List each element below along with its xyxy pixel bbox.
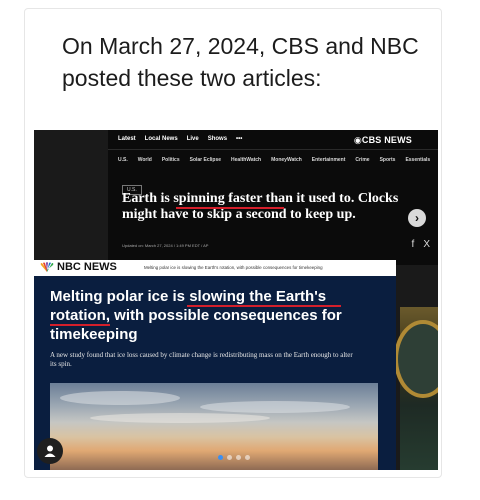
cbs-article-screenshot: Latest Local News Live Shows ••• ◉CBS NE… <box>108 130 438 265</box>
nbc-headline: Melting polar ice is slowing the Earth's… <box>50 288 342 343</box>
cbs-nav-item: Latest <box>118 136 136 142</box>
red-underline-mark <box>50 324 110 326</box>
nbc-dek: A new study found that ice loss caused b… <box>50 351 353 368</box>
chevron-right-icon: › <box>408 209 426 227</box>
facebook-icon: f <box>411 239 415 250</box>
cbs-eye-icon: ◉ <box>353 135 362 145</box>
cbs-nav-item: ••• <box>236 136 243 142</box>
nbc-hero-photo <box>50 383 378 470</box>
carousel-indicator <box>218 455 250 460</box>
cbs-share-icons: f X <box>412 239 430 250</box>
peacock-icon <box>40 262 54 272</box>
x-icon: X <box>423 239 430 250</box>
cbs-top-nav: Latest Local News Live Shows ••• <box>118 136 242 142</box>
nbc-header: NBC NEWS Melting polar ice is slowing th… <box>34 260 396 276</box>
red-underline-mark <box>176 207 284 209</box>
post-caption: On March 27, 2024, CBS and NBC posted th… <box>62 33 419 91</box>
red-underline-mark <box>187 305 341 307</box>
divider <box>108 149 438 150</box>
nbc-logo: NBC NEWS <box>40 261 117 273</box>
cbs-nav-item: Live <box>186 136 199 142</box>
post-media-carousel[interactable]: Latest Local News Live Shows ••• ◉CBS NE… <box>34 130 438 470</box>
carousel-dot[interactable] <box>236 455 241 460</box>
nbc-article-screenshot: NBC NEWS Melting polar ice is slowing th… <box>34 260 396 470</box>
carousel-dot-active[interactable] <box>218 455 223 460</box>
cbs-nav-item: Shows <box>207 136 228 142</box>
cbs-section-nav: U.S. World Politics Solar Eclipse HealthWa… <box>118 157 431 163</box>
carousel-dot[interactable] <box>227 455 232 460</box>
nbc-ticker: Melting polar ice is slowing the Earth's… <box>144 265 323 270</box>
user-icon <box>44 445 56 457</box>
cbs-nav-item: Local News <box>144 136 178 142</box>
avatar[interactable] <box>37 438 63 464</box>
cbs-logo: ◉CBS NEWS <box>353 135 412 145</box>
carousel-dot[interactable] <box>245 455 250 460</box>
cbs-dateline: Updated on: March 27, 2024 / 1:49 PM EDT… <box>122 243 209 248</box>
